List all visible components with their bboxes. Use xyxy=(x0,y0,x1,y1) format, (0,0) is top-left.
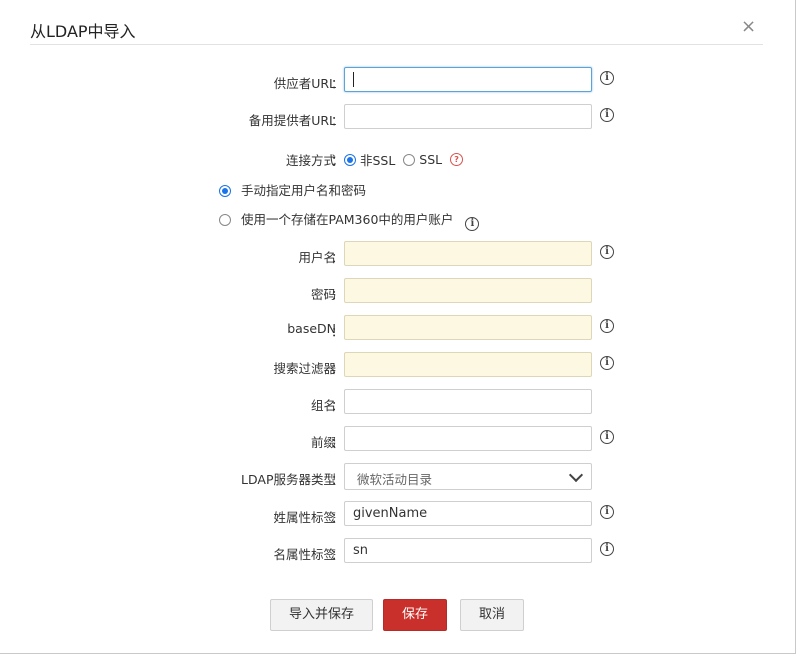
import-and-save-button[interactable]: 导入并保存 xyxy=(270,599,373,631)
info-icon[interactable]: i xyxy=(600,505,614,519)
chevron-down-icon xyxy=(568,467,584,483)
colon: ： xyxy=(331,76,344,91)
connection-type-options: 非SSL SSL ? xyxy=(344,150,464,169)
password-input[interactable] xyxy=(344,278,592,303)
username-input[interactable] xyxy=(344,241,592,266)
manual-credentials-option[interactable]: 手动指定用户名和密码 xyxy=(219,180,366,199)
backup-provider-url-label: 备用提供者URL xyxy=(248,113,336,128)
stored-account-radio[interactable] xyxy=(219,214,231,226)
colon: ： xyxy=(331,435,344,450)
first-name-attr-label: 名属性标签 xyxy=(273,547,336,562)
password-row: 密码 ： xyxy=(0,278,795,306)
last-name-attr-input[interactable]: givenName xyxy=(344,501,592,526)
dialog-title: 从LDAP中导入 xyxy=(30,22,136,41)
info-icon[interactable]: i xyxy=(600,319,614,333)
search-filter-input[interactable] xyxy=(344,352,592,377)
base-dn-row: baseDN ： i xyxy=(0,315,795,343)
help-icon[interactable]: ? xyxy=(450,153,464,166)
colon: ： xyxy=(331,398,344,413)
colon: ： xyxy=(331,287,344,302)
info-icon[interactable]: i xyxy=(465,217,480,231)
colon: ： xyxy=(331,250,344,265)
search-filter-row: 搜索过滤器 ： i xyxy=(0,352,795,380)
last-name-attr-label: 姓属性标签 xyxy=(273,510,336,525)
close-icon[interactable]: × xyxy=(741,16,756,37)
info-icon[interactable]: i xyxy=(600,71,614,85)
non-ssl-radio[interactable] xyxy=(344,153,356,166)
server-type-row: LDAP服务器类型 ： 微软活动目录 xyxy=(0,463,795,491)
provider-url-label: 供应者URL xyxy=(273,76,336,91)
colon: ： xyxy=(331,324,344,339)
colon: ： xyxy=(331,361,344,376)
server-type-value: 微软活动目录 xyxy=(357,472,433,487)
connection-type-label: 连接方式 xyxy=(285,153,336,168)
provider-url-row: 供应者URL ： i xyxy=(0,67,795,95)
non-ssl-label: 非SSL xyxy=(359,153,396,168)
server-type-label: LDAP服务器类型 xyxy=(241,472,336,487)
first-name-attr-input[interactable]: sn xyxy=(344,538,592,563)
info-icon[interactable]: i xyxy=(600,430,614,444)
colon: ： xyxy=(331,472,344,487)
title-divider xyxy=(30,44,763,45)
ssl-label: SSL xyxy=(419,152,443,167)
colon: ： xyxy=(331,510,344,525)
backup-provider-url-input[interactable] xyxy=(344,104,592,129)
ldap-import-dialog: 从LDAP中导入 × 供应者URL ： i 备用提供者URL ： i 连接方式 … xyxy=(0,0,796,654)
info-icon[interactable]: i xyxy=(600,245,614,259)
first-name-attr-row: 名属性标签 ： sn i xyxy=(0,538,795,566)
prefix-row: 前缀 ： i xyxy=(0,426,795,454)
stored-account-option[interactable]: 使用一个存储在PAM360中的用户账户 i xyxy=(219,209,480,231)
save-button[interactable]: 保存 xyxy=(383,599,447,631)
ssl-radio[interactable] xyxy=(403,153,416,166)
info-icon[interactable]: i xyxy=(600,542,614,556)
base-dn-label: baseDN xyxy=(287,321,336,336)
prefix-input[interactable] xyxy=(344,426,592,451)
last-name-attr-row: 姓属性标签 ： givenName i xyxy=(0,501,795,529)
colon: ： xyxy=(331,113,344,128)
group-name-input[interactable] xyxy=(344,389,592,414)
manual-credentials-label: 手动指定用户名和密码 xyxy=(240,183,366,198)
base-dn-input[interactable] xyxy=(344,315,592,340)
backup-provider-url-row: 备用提供者URL ： i xyxy=(0,104,795,132)
search-filter-label: 搜索过滤器 xyxy=(273,361,336,376)
colon: ： xyxy=(331,547,344,562)
text-caret xyxy=(353,72,354,87)
stored-account-label: 使用一个存储在PAM360中的用户账户 xyxy=(240,212,454,227)
manual-credentials-radio[interactable] xyxy=(219,185,231,197)
colon: ： xyxy=(331,153,344,168)
username-row: 用户名 ： i xyxy=(0,241,795,269)
info-icon[interactable]: i xyxy=(600,356,614,370)
cancel-button[interactable]: 取消 xyxy=(460,599,524,631)
group-name-row: 组名 ： xyxy=(0,389,795,417)
server-type-select[interactable]: 微软活动目录 xyxy=(344,463,592,490)
provider-url-input[interactable] xyxy=(344,67,592,92)
info-icon[interactable]: i xyxy=(600,108,614,122)
